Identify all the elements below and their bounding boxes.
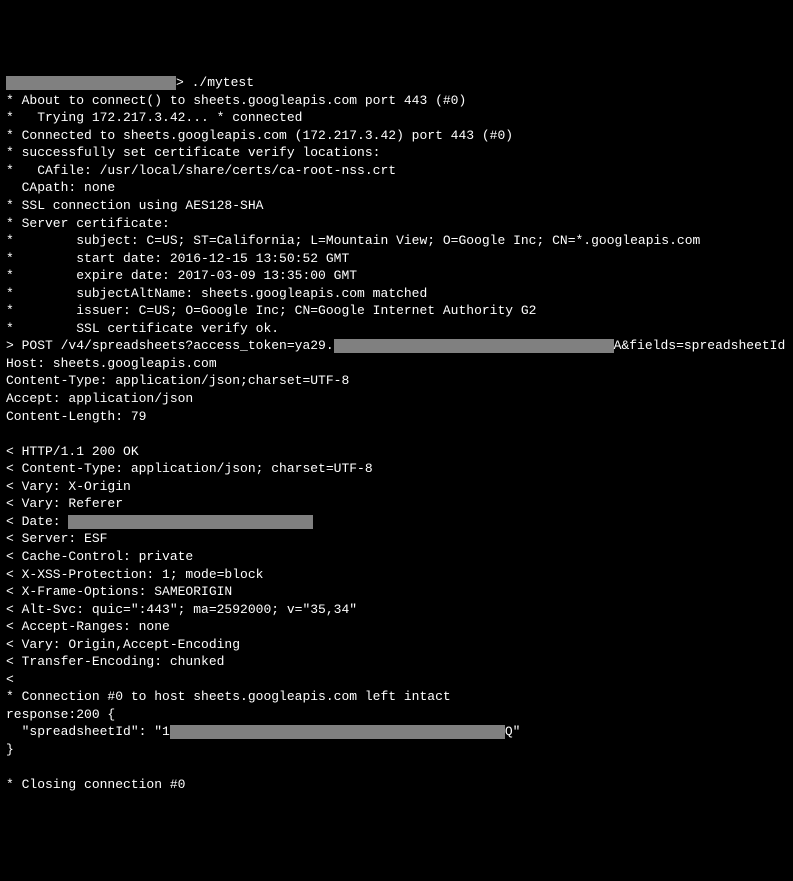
request-header-line: Content-Length: 79 <box>6 409 146 424</box>
closing-line: } <box>6 742 14 757</box>
response-line: < <box>6 672 14 687</box>
response-line: response:200 { <box>6 707 115 722</box>
response-line: < Vary: X-Origin <box>6 479 131 494</box>
response-line: < Alt-Svc: quic=":443"; ma=2592000; v="3… <box>6 602 357 617</box>
redacted-token <box>334 339 614 353</box>
output-line: * Trying 172.217.3.42... * connected <box>6 110 302 125</box>
output-line: CApath: none <box>6 180 115 195</box>
request-header-line: Accept: application/json <box>6 391 193 406</box>
response-line: < X-XSS-Protection: 1; mode=block <box>6 567 263 582</box>
response-line: < Vary: Origin,Accept-Encoding <box>6 637 240 652</box>
response-line: < Content-Type: application/json; charse… <box>6 461 373 476</box>
output-line: * SSL connection using AES128-SHA <box>6 198 263 213</box>
output-line: * successfully set certificate verify lo… <box>6 145 380 160</box>
output-line: * About to connect() to sheets.googleapi… <box>6 93 466 108</box>
response-line: < Cache-Control: private <box>6 549 193 564</box>
request-header-line: Content-Type: application/json;charset=U… <box>6 373 349 388</box>
output-line: * subject: C=US; ST=California; L=Mounta… <box>6 233 700 248</box>
response-date-line: < Date: <box>6 514 313 529</box>
post-prefix: > POST /v4/spreadsheets?access_token=ya2… <box>6 338 334 353</box>
output-line: * expire date: 2017-03-09 13:35:00 GMT <box>6 268 357 283</box>
output-line: * Server certificate: <box>6 216 170 231</box>
spreadsheet-id-suffix: Q" <box>505 724 521 739</box>
response-line: < Vary: Referer <box>6 496 123 511</box>
response-line: < HTTP/1.1 200 OK <box>6 444 139 459</box>
output-line: * Connected to sheets.googleapis.com (17… <box>6 128 513 143</box>
output-line: * start date: 2016-12-15 13:50:52 GMT <box>6 251 349 266</box>
response-line: < Transfer-Encoding: chunked <box>6 654 224 669</box>
prompt-line: > ./mytest <box>6 75 254 90</box>
post-suffix: A&fields=spreadsheetId HTTP/1.1 <box>614 338 793 353</box>
terminal-output: > ./mytest * About to connect() to sheet… <box>6 74 787 793</box>
closing-line: * Closing connection #0 <box>6 777 185 792</box>
redacted-date <box>68 515 313 529</box>
response-line: < X-Frame-Options: SAMEORIGIN <box>6 584 232 599</box>
blank-line <box>6 426 14 441</box>
output-line: * subjectAltName: sheets.googleapis.com … <box>6 286 427 301</box>
post-request-line: > POST /v4/spreadsheets?access_token=ya2… <box>6 338 793 353</box>
output-line: * CAfile: /usr/local/share/certs/ca-root… <box>6 163 396 178</box>
output-line: * SSL certificate verify ok. <box>6 321 279 336</box>
request-header-line: Host: sheets.googleapis.com <box>6 356 217 371</box>
redacted-hostname <box>6 76 176 90</box>
prompt-command: > ./mytest <box>176 75 254 90</box>
spreadsheet-id-prefix: "spreadsheetId": "1 <box>6 724 170 739</box>
spreadsheet-id-line: "spreadsheetId": "1 Q" <box>6 724 520 739</box>
response-line: < Server: ESF <box>6 531 107 546</box>
response-line: * Connection #0 to host sheets.googleapi… <box>6 689 451 704</box>
response-line: < Accept-Ranges: none <box>6 619 170 634</box>
output-line: * issuer: C=US; O=Google Inc; CN=Google … <box>6 303 537 318</box>
redacted-spreadsheet-id <box>170 725 505 739</box>
date-prefix: < Date: <box>6 514 68 529</box>
